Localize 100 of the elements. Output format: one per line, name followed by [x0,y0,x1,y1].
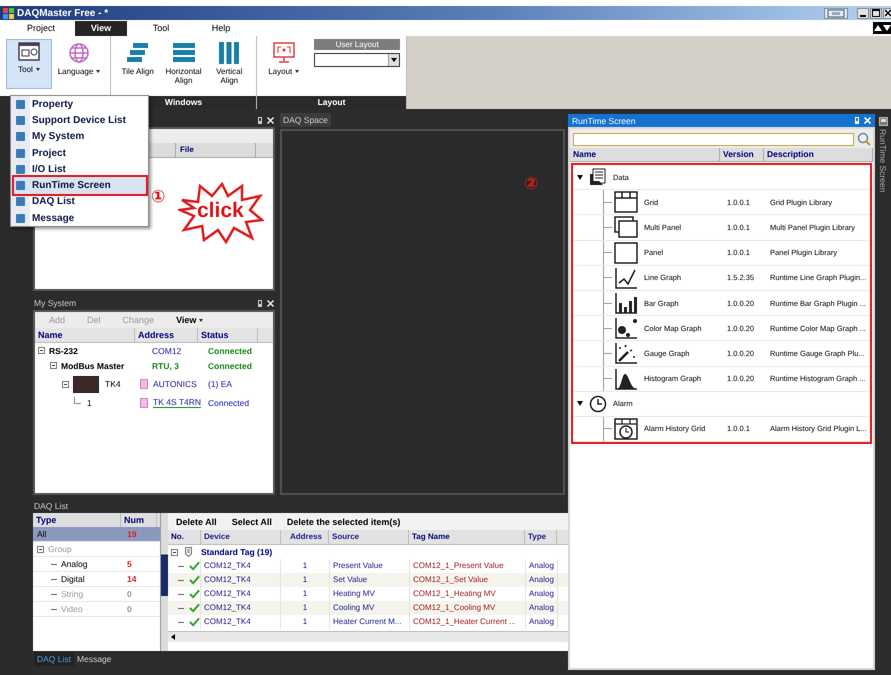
ribbon-button[interactable]: Vertical Align [208,39,250,89]
expand-arrow-icon[interactable] [577,174,583,180]
square-icon [16,164,25,174]
gauge-icon [614,342,638,364]
square-icon [16,148,25,158]
pin-icon[interactable] [258,116,262,124]
square-icon [16,214,25,223]
pin-icon[interactable] [258,300,262,306]
table-cell: 1 [281,615,330,629]
address-text: AUTONICS [153,379,197,389]
table-cell: COM12_1_Set Value [410,573,526,587]
ribbon-tab[interactable]: Tool [135,20,187,36]
panel-icon [614,242,638,264]
histogram-icon [614,368,638,390]
menu-item[interactable]: Project [11,144,148,162]
collapse-box-icon[interactable] [171,548,178,556]
panel-tab[interactable]: DAQ List [34,652,74,666]
menu-item[interactable]: Message [11,210,148,226]
monitor-icon [827,8,845,18]
type-label: All [37,529,46,539]
column-header[interactable]: No. [168,530,201,544]
close-icon[interactable] [267,116,274,124]
collapse-box-icon[interactable] [50,362,57,369]
screen-icon [878,117,888,126]
check-icon[interactable] [189,603,200,613]
column-header[interactable]: Type [525,530,557,544]
toolbar-button[interactable]: Delete the selected item(s) [286,516,400,526]
tree-item[interactable]: 1 [87,398,92,408]
step-number: ① [151,187,166,207]
ribbon-button[interactable]: Tool [6,39,52,89]
type-label: Digital [61,574,85,584]
ribbon-tab[interactable]: Help [195,20,247,36]
collapse-box-icon[interactable] [38,347,45,354]
menu-item[interactable]: I/O List [11,161,148,178]
layout-dropdown[interactable] [314,53,400,67]
count-text: 14 [126,574,136,584]
column-header[interactable]: Status [198,328,258,342]
ribbon-toggle-icon[interactable] [873,22,891,34]
tree-item[interactable]: ModBus Master [61,360,124,370]
check-icon[interactable] [189,617,200,627]
column-header[interactable]: Name [570,148,720,161]
check-icon[interactable] [189,575,200,585]
column-header[interactable]: Address [135,328,198,342]
search-icon[interactable] [857,132,871,146]
maximize-button[interactable] [870,8,882,18]
ribbon-tab[interactable]: Project [15,20,67,36]
collapse-box-icon[interactable] [62,380,69,388]
close-button[interactable] [883,8,891,18]
menu-item[interactable]: RunTime Screen [11,177,148,194]
type-row[interactable]: All 19 [33,527,160,542]
ribbon-button[interactable]: Language [56,39,102,89]
clock-icon [589,394,607,413]
ribbon-button[interactable]: Layout [263,39,304,89]
column-header[interactable]: Description [764,148,873,161]
tree-item[interactable]: TK4 [105,379,121,389]
menu-item[interactable]: Support Device List [11,112,148,129]
toolbar-button[interactable]: Select All [232,516,272,526]
search-field[interactable] [573,132,854,146]
ribbon-button[interactable]: Tile Align [117,39,158,89]
column-header[interactable]: Tag Name [409,530,525,544]
splitter-handle[interactable] [160,513,168,651]
toolbar-button[interactable]: Delete All [176,516,217,526]
table-cell: Analog [526,615,558,629]
table-cell: 1 [281,573,330,587]
panel-tab[interactable]: Message [74,652,115,666]
document-tab[interactable]: DAQ Space [280,113,331,127]
column-header[interactable]: Source [329,530,409,544]
ribbon-tab[interactable]: View [75,20,127,36]
column-header[interactable]: Name [35,328,135,342]
column-header[interactable]: Address [281,530,329,544]
horizontal-scrollbar[interactable] [168,631,568,642]
close-icon[interactable] [267,300,274,306]
menu-item[interactable]: My System [11,128,148,145]
scroll-left-icon[interactable] [171,634,175,640]
check-icon[interactable] [189,589,200,599]
window-icon [18,42,40,62]
maximize-icon [872,9,880,17]
check-icon[interactable] [189,561,200,571]
table-cell: COM12_1_Heater Current ... [410,615,526,629]
menu-item[interactable]: DAQ List [11,194,148,210]
table-cell: Set Value [330,573,410,587]
status-text: Connected [208,346,252,356]
side-tab[interactable]: RunTime Screen [878,129,888,192]
caret-icon [295,70,300,74]
restore-layout-button[interactable] [824,8,848,18]
table-cell: Heater Current M... [330,615,410,629]
tree-item[interactable]: RS-232 [49,346,78,356]
address-text: COM12 [152,346,182,356]
minimize-button[interactable] [857,8,869,18]
status-text: Connected [208,398,250,408]
count-text: 19 [126,529,136,539]
column-header[interactable]: Version [720,148,764,161]
panel-title: My System [34,298,76,308]
close-icon [884,9,890,17]
grid-icon [614,191,638,214]
caret-icon [96,70,100,74]
column-header[interactable]: Device [201,530,281,544]
ribbon-button[interactable]: Horizontal Align [162,39,204,89]
expand-arrow-icon[interactable] [577,401,583,406]
toolbar-button[interactable]: View [176,315,204,325]
